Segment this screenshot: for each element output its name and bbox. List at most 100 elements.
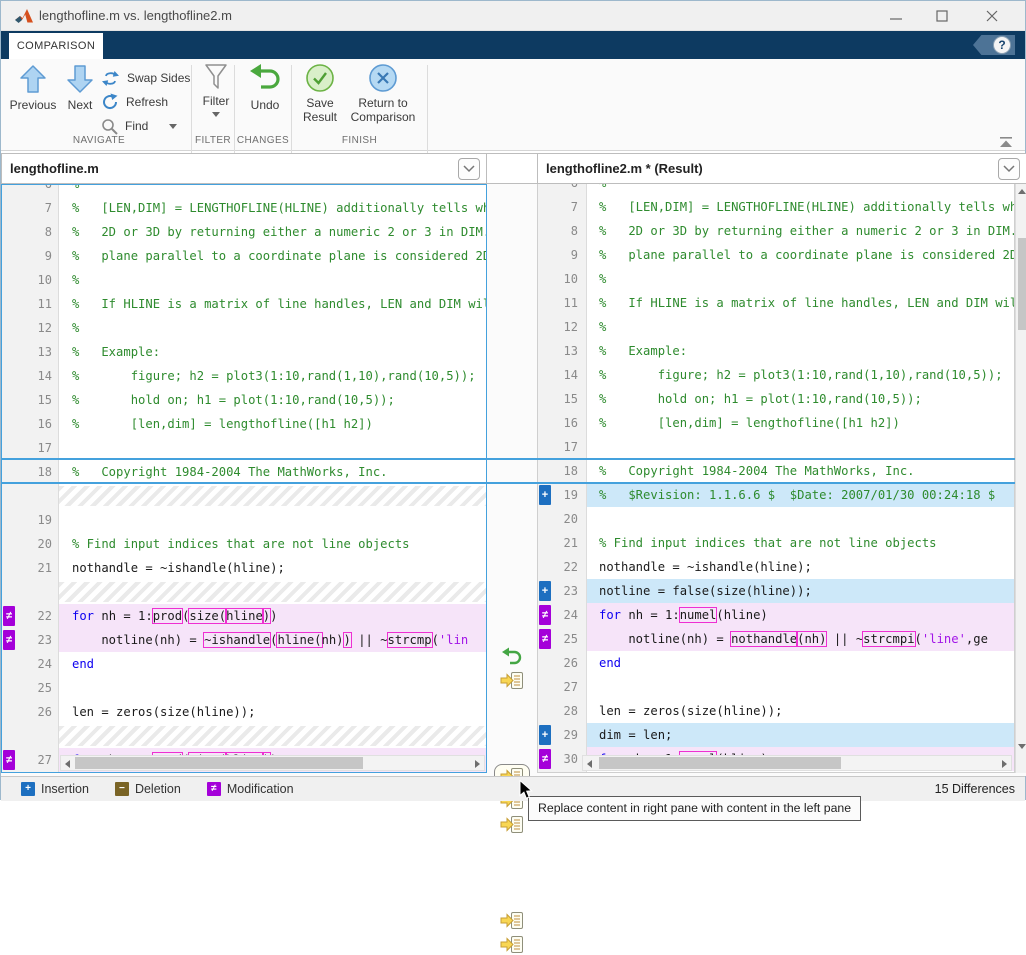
vertical-scrollbar[interactable] bbox=[1015, 184, 1026, 773]
code-text: len = zeros(size(hline)); bbox=[599, 699, 782, 723]
save-result-button[interactable]: Save Result bbox=[297, 63, 343, 124]
section-filter: FILTER bbox=[192, 135, 234, 146]
collapse-ribbon-icon[interactable] bbox=[999, 135, 1013, 153]
line-number: 6 bbox=[538, 184, 578, 195]
previous-button[interactable]: Previous bbox=[7, 63, 59, 112]
code-line[interactable]: 22nothandle = ~ishandle(hline); bbox=[538, 555, 1014, 579]
code-line[interactable]: 18% Copyright 1984-2004 The MathWorks, I… bbox=[2, 460, 486, 484]
code-line[interactable]: 16% [len,dim] = lengthofline([h1 h2]) bbox=[538, 411, 1014, 435]
scroll-right-icon[interactable] bbox=[1002, 760, 1007, 768]
refresh-button[interactable]: Refresh bbox=[101, 91, 168, 113]
scroll-down-icon[interactable] bbox=[1018, 744, 1026, 749]
code-line[interactable]: 25≠ notline(nh) = nothandle(nh) || ~strc… bbox=[538, 627, 1014, 651]
code-line[interactable]: 17 bbox=[538, 435, 1014, 459]
replace-right-with-left-button[interactable] bbox=[497, 909, 527, 931]
code-line[interactable]: 23≠ notline(nh) = ~ishandle(hline(nh)) |… bbox=[2, 628, 486, 652]
code-line[interactable]: 16% [len,dim] = lengthofline([h1 h2]) bbox=[2, 412, 486, 436]
code-line[interactable]: 13% Example: bbox=[538, 339, 1014, 363]
code-line[interactable]: 15% hold on; h1 = plot(1:10,rand(10,5)); bbox=[2, 388, 486, 412]
code-line[interactable]: 28len = zeros(size(hline)); bbox=[538, 699, 1014, 723]
insertion-marker: + bbox=[539, 725, 551, 745]
code-line[interactable]: 8% 2D or 3D by returning either a numeri… bbox=[538, 219, 1014, 243]
line-number: 17 bbox=[538, 435, 578, 459]
code-text: % Copyright 1984-2004 The MathWorks, Inc… bbox=[72, 460, 388, 484]
code-line[interactable]: 20 bbox=[538, 507, 1014, 531]
code-line[interactable]: 25 bbox=[2, 676, 486, 700]
code-line[interactable]: 7% [LEN,DIM] = LENGTHOFLINE(HLINE) addit… bbox=[538, 195, 1014, 219]
code-line[interactable]: 9% plane parallel to a coordinate plane … bbox=[2, 244, 486, 268]
code-text: nothandle = ~ishandle(hline); bbox=[599, 555, 812, 579]
code-line[interactable]: 7% [LEN,DIM] = LENGTHOFLINE(HLINE) addit… bbox=[2, 196, 486, 220]
scroll-right-icon[interactable] bbox=[475, 760, 480, 768]
scrollbar-thumb[interactable] bbox=[1018, 238, 1026, 330]
code-line[interactable]: 8% 2D or 3D by returning either a numeri… bbox=[2, 220, 486, 244]
code-line[interactable]: 29+dim = len; bbox=[538, 723, 1014, 747]
section-navigate: NAVIGATE bbox=[7, 135, 191, 146]
code-line[interactable]: 24≠for nh = 1:numel(hline) bbox=[538, 603, 1014, 627]
close-icon[interactable] bbox=[975, 5, 1009, 27]
undo-button[interactable]: Undo bbox=[241, 63, 289, 112]
code-text: % Find input indices that are not line o… bbox=[72, 532, 410, 556]
left-code-pane[interactable]: 6%7% [LEN,DIM] = LENGTHOFLINE(HLINE) add… bbox=[1, 184, 487, 773]
code-text: % 2D or 3D by returning either a numeric… bbox=[72, 220, 487, 244]
code-line[interactable]: 9% plane parallel to a coordinate plane … bbox=[538, 243, 1014, 267]
code-line[interactable]: 27 bbox=[538, 675, 1014, 699]
hatch-pattern bbox=[59, 582, 486, 602]
code-line[interactable]: 6% bbox=[2, 184, 486, 196]
right-code-pane[interactable]: 6%7% [LEN,DIM] = LENGTHOFLINE(HLINE) add… bbox=[537, 184, 1015, 773]
undo-icon bbox=[248, 63, 282, 95]
legend-label: Insertion bbox=[41, 782, 89, 796]
code-line-background bbox=[587, 651, 1014, 675]
code-line[interactable]: 20% Find input indices that are not line… bbox=[2, 532, 486, 556]
code-line[interactable]: 17 bbox=[2, 436, 486, 460]
line-number: 15 bbox=[538, 387, 578, 411]
help-button[interactable]: ? bbox=[973, 35, 1015, 55]
left-pane-menu-button[interactable] bbox=[458, 158, 480, 180]
scroll-left-icon[interactable] bbox=[65, 760, 70, 768]
code-line[interactable]: 23+notline = false(size(hline)); bbox=[538, 579, 1014, 603]
scroll-left-icon[interactable] bbox=[587, 760, 592, 768]
right-pane-menu-button[interactable] bbox=[998, 158, 1020, 180]
scroll-up-icon[interactable] bbox=[1018, 189, 1026, 194]
maximize-button[interactable] bbox=[925, 5, 959, 27]
code-line[interactable]: 12% bbox=[538, 315, 1014, 339]
modification-marker: ≠ bbox=[539, 749, 551, 769]
code-line[interactable]: 13% Example: bbox=[2, 340, 486, 364]
code-line[interactable]: 26len = zeros(size(hline)); bbox=[2, 700, 486, 724]
code-line[interactable]: 19 bbox=[2, 508, 486, 532]
replace-right-with-left-button[interactable] bbox=[497, 669, 527, 691]
code-line[interactable]: 12% bbox=[2, 316, 486, 340]
revert-merge-button[interactable] bbox=[497, 645, 527, 667]
code-line[interactable]: 22≠for nh = 1:prod(size(hline)) bbox=[2, 604, 486, 628]
tab-comparison[interactable]: COMPARISON bbox=[9, 33, 103, 59]
code-line[interactable]: 10% bbox=[538, 267, 1014, 291]
code-line[interactable]: 15% hold on; h1 = plot(1:10,rand(10,5)); bbox=[538, 387, 1014, 411]
code-line[interactable]: 26end bbox=[538, 651, 1014, 675]
minimize-button[interactable] bbox=[879, 5, 913, 27]
code-line[interactable]: 11% If HLINE is a matrix of line handles… bbox=[538, 291, 1014, 315]
code-line[interactable]: 19+% $Revision: 1.1.6.6 $ $Date: 2007/01… bbox=[538, 483, 1014, 507]
right-horizontal-scrollbar[interactable] bbox=[582, 755, 1012, 771]
missing-lines-hatch bbox=[2, 580, 486, 604]
filter-icon bbox=[203, 63, 229, 91]
code-line[interactable]: 21nothandle = ~ishandle(hline); bbox=[2, 556, 486, 580]
scrollbar-thumb[interactable] bbox=[599, 757, 841, 769]
code-line[interactable]: 11% If HLINE is a matrix of line handles… bbox=[2, 292, 486, 316]
missing-lines-hatch bbox=[2, 724, 486, 748]
code-line[interactable]: 18% Copyright 1984-2004 The MathWorks, I… bbox=[538, 459, 1014, 483]
find-button[interactable]: Find bbox=[101, 115, 177, 137]
replace-right-with-left-button[interactable] bbox=[497, 933, 527, 955]
return-to-comparison-button[interactable]: Return to Comparison bbox=[343, 63, 423, 124]
code-line[interactable]: 14% figure; h2 = plot3(1:10,rand(1,10),r… bbox=[538, 363, 1014, 387]
code-line[interactable]: 21% Find input indices that are not line… bbox=[538, 531, 1014, 555]
swap-sides-button[interactable]: Swap Sides bbox=[101, 67, 190, 89]
next-button[interactable]: Next bbox=[59, 63, 101, 112]
code-line[interactable]: 10% bbox=[2, 268, 486, 292]
code-line[interactable]: 14% figure; h2 = plot3(1:10,rand(1,10),r… bbox=[2, 364, 486, 388]
filter-button[interactable]: Filter bbox=[197, 63, 235, 117]
code-line[interactable]: 24end bbox=[2, 652, 486, 676]
code-line[interactable]: 6% bbox=[538, 184, 1014, 195]
scrollbar-thumb[interactable] bbox=[75, 757, 363, 769]
left-horizontal-scrollbar[interactable] bbox=[60, 755, 485, 771]
replace-right-with-left-button[interactable] bbox=[497, 813, 527, 835]
